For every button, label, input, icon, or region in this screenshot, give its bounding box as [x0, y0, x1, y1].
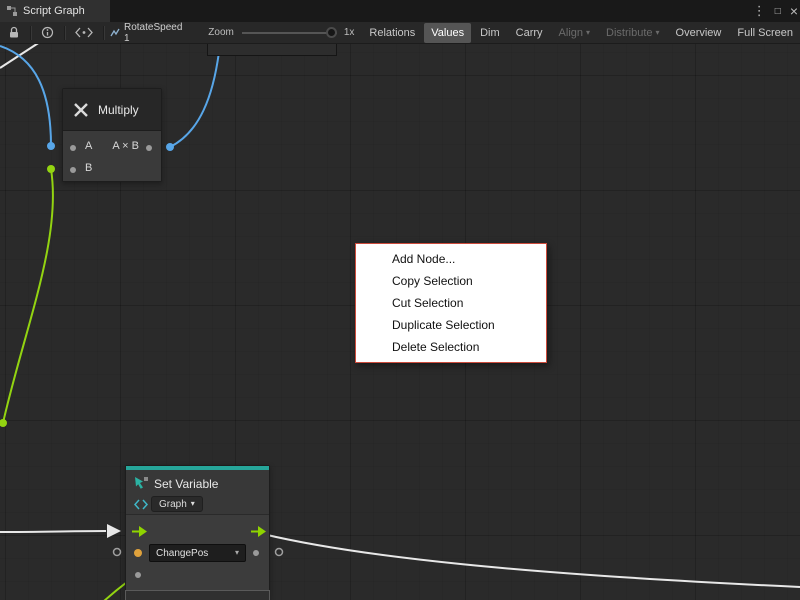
tab-label: Script Graph: [23, 5, 85, 17]
values-button[interactable]: Values: [424, 23, 471, 43]
set-variable-header[interactable]: Set Variable Graph ▾: [126, 470, 269, 515]
tab-script-graph[interactable]: Script Graph: [0, 0, 110, 22]
lock-icon[interactable]: [8, 26, 20, 39]
output-port[interactable]: [146, 145, 152, 151]
graph-mini-icon: [110, 28, 120, 38]
code-values-icon[interactable]: [75, 27, 93, 38]
zoom-control: Zoom 1x: [208, 27, 354, 38]
port-label-a: A: [85, 140, 92, 152]
value-input-port[interactable]: [135, 572, 141, 578]
graph-breadcrumb[interactable]: RotateSpeed 1: [110, 22, 188, 44]
toolbar-divider: [103, 26, 104, 40]
toolbar-divider: [30, 26, 31, 40]
window-menu-icon[interactable]: ⋮: [753, 3, 766, 19]
scope-label: Graph: [159, 499, 187, 510]
context-menu: Add Node... Copy Selection Cut Selection…: [355, 243, 547, 363]
input-port-b[interactable]: [70, 167, 76, 173]
menu-item-delete-selection[interactable]: Delete Selection: [356, 336, 546, 358]
input-port-a[interactable]: [70, 145, 76, 151]
variable-name-port[interactable]: [134, 549, 142, 557]
graph-name-label: RotateSpeed 1: [124, 22, 188, 44]
chevron-down-icon: ▾: [191, 500, 195, 508]
zoom-label: Zoom: [208, 27, 234, 38]
distribute-button[interactable]: Distribute▾: [599, 23, 666, 43]
script-graph-icon: [6, 5, 18, 17]
align-button[interactable]: Align▾: [552, 23, 597, 43]
multiply-node-header[interactable]: Multiply: [63, 89, 161, 131]
script-graph-window: Multiply A A × B B Set Variable Graph ▾: [0, 0, 800, 600]
set-variable-node[interactable]: Set Variable Graph ▾ ChangePos ▾: [125, 465, 270, 600]
window-close-icon[interactable]: ×: [790, 3, 798, 19]
relations-button[interactable]: Relations: [362, 23, 422, 43]
set-variable-icon: [134, 476, 149, 496]
toolbar-buttons: Relations Values Dim Carry Align▾ Distri…: [362, 22, 800, 44]
window-controls: ⋮ □ ×: [753, 0, 798, 22]
port-label-output: A × B: [112, 140, 139, 152]
zoom-slider-handle[interactable]: [326, 27, 337, 38]
dim-button[interactable]: Dim: [473, 23, 507, 43]
overview-button[interactable]: Overview: [669, 23, 729, 43]
carry-button[interactable]: Carry: [509, 23, 550, 43]
window-titlebar: Script Graph ⋮ □ ×: [0, 0, 800, 22]
window-maximize-icon[interactable]: □: [775, 6, 781, 17]
toolbar-divider: [64, 26, 65, 40]
menu-item-cut-selection[interactable]: Cut Selection: [356, 292, 546, 314]
flow-input-arrow-icon[interactable]: [132, 525, 148, 543]
multiply-node-title: Multiply: [98, 103, 139, 117]
variable-scope-dropdown[interactable]: Graph ▾: [151, 496, 203, 512]
toolbar-left-group: [0, 26, 104, 40]
multiply-x-icon: [71, 100, 91, 120]
set-variable-title: Set Variable: [154, 477, 218, 491]
clipped-node-bottom[interactable]: [125, 590, 270, 600]
chevron-down-icon: ▾: [235, 549, 239, 557]
menu-item-duplicate-selection[interactable]: Duplicate Selection: [356, 314, 546, 336]
zoom-value: 1x: [344, 27, 355, 38]
menu-item-copy-selection[interactable]: Copy Selection: [356, 270, 546, 292]
chevron-down-icon: ▾: [656, 29, 660, 37]
variable-name-dropdown[interactable]: ChangePos ▾: [149, 544, 246, 562]
set-variable-body: ChangePos ▾: [126, 515, 269, 600]
chevron-down-icon: ▾: [586, 29, 590, 37]
full-screen-button[interactable]: Full Screen: [730, 23, 800, 43]
variable-name: ChangePos: [156, 548, 208, 559]
value-output-port[interactable]: [253, 550, 259, 556]
code-scope-icon: [134, 497, 148, 515]
flow-output-arrow-icon[interactable]: [251, 525, 267, 543]
multiply-node[interactable]: Multiply A A × B B: [62, 88, 162, 182]
info-icon[interactable]: [41, 26, 54, 39]
graph-toolbar: RotateSpeed 1 Zoom 1x Relations Values D…: [0, 22, 800, 44]
menu-item-add-node[interactable]: Add Node...: [356, 248, 546, 270]
zoom-slider[interactable]: [242, 32, 337, 34]
port-label-b: B: [85, 162, 92, 174]
multiply-node-body: A A × B B: [63, 131, 161, 181]
clipped-node-top[interactable]: [207, 42, 337, 56]
